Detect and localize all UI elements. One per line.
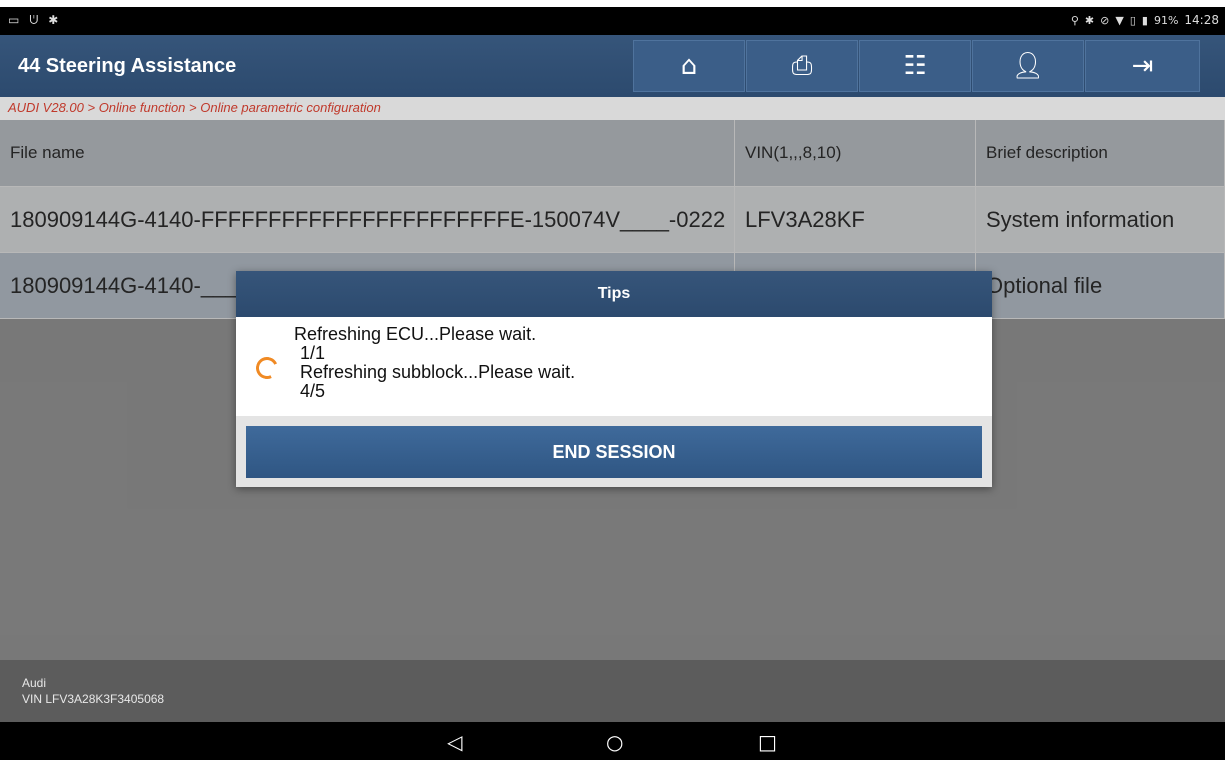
dialog-message: Refreshing ECU...Please wait. 1/1 Refres…	[294, 325, 575, 401]
message-line-subblock: Refreshing subblock...Please wait.	[300, 362, 576, 382]
dialog-title: Tips	[236, 271, 992, 317]
message-line-subblock-count: 4/5	[300, 381, 326, 401]
screenshot-icon: ▭	[8, 13, 20, 27]
home-icon: ⌂	[680, 51, 698, 81]
message-line-ecu-count: 1/1	[300, 343, 326, 363]
message-line-ecu: Refreshing ECU...Please wait.	[294, 324, 537, 344]
dialog-body: Refreshing ECU...Please wait. 1/1 Refres…	[236, 317, 992, 416]
vehicle-info-footer: Audi VIN LFV3A28K3F3405068	[0, 660, 1225, 722]
loading-spinner-icon	[252, 353, 282, 383]
user-button[interactable]: 👤︎	[972, 40, 1084, 92]
back-icon[interactable]: ◁	[447, 730, 462, 754]
home-circle-icon[interactable]: ○	[606, 730, 623, 754]
location-icon: ⚲	[1070, 13, 1079, 27]
end-session-button[interactable]: END SESSION	[246, 426, 982, 478]
recents-icon[interactable]: □	[758, 730, 777, 754]
report-button[interactable]: ☷	[859, 40, 971, 92]
tips-dialog: Tips Refreshing ECU...Please wait. 1/1 R…	[236, 271, 992, 487]
exit-icon: ⇥	[1131, 51, 1154, 81]
home-button[interactable]: ⌂	[633, 40, 745, 92]
title-bar: 44 Steering Assistance ⌂ ⎙ ☷ 👤︎ ⇥	[0, 35, 1225, 97]
print-button[interactable]: ⎙	[746, 40, 858, 92]
page-title: 44 Steering Assistance	[18, 55, 237, 77]
status-bar: ▭ ᕫ ✱ ⚲ ✱ ⊘ ▼ ▯ ▮ 91% 14:28	[0, 7, 1225, 35]
user-icon: 👤︎	[1011, 51, 1045, 81]
battery-percent: 91%	[1153, 13, 1179, 27]
status-right: ⚲ ✱ ⊘ ▼ ▯ ▮ 91% 14:28	[1071, 13, 1219, 27]
print-icon: ⎙	[791, 50, 813, 81]
exit-button[interactable]: ⇥	[1085, 40, 1200, 92]
bluetooth-status-icon: ✱	[1084, 13, 1095, 27]
battery-icon: ▮	[1141, 13, 1148, 27]
system-nav-bar: ◁ ○ □	[0, 722, 1225, 760]
report-icon: ☷	[903, 51, 927, 81]
wifi-icon: ▼	[1115, 13, 1124, 27]
dnd-icon: ⊘	[1100, 13, 1110, 27]
bluetooth-icon: ✱	[48, 13, 59, 27]
clock: 14:28	[1184, 13, 1219, 27]
vehicle-make: Audi	[22, 676, 47, 690]
usb-icon: ᕫ	[29, 13, 39, 27]
status-left-icons: ▭ ᕫ ✱	[8, 13, 58, 28]
sim-icon: ▯	[1129, 13, 1136, 27]
breadcrumb: AUDI V28.00 > Online function > Online p…	[0, 97, 1225, 120]
vehicle-vin: VIN LFV3A28K3F3405068	[22, 692, 165, 706]
dialog-footer: END SESSION	[236, 416, 992, 487]
